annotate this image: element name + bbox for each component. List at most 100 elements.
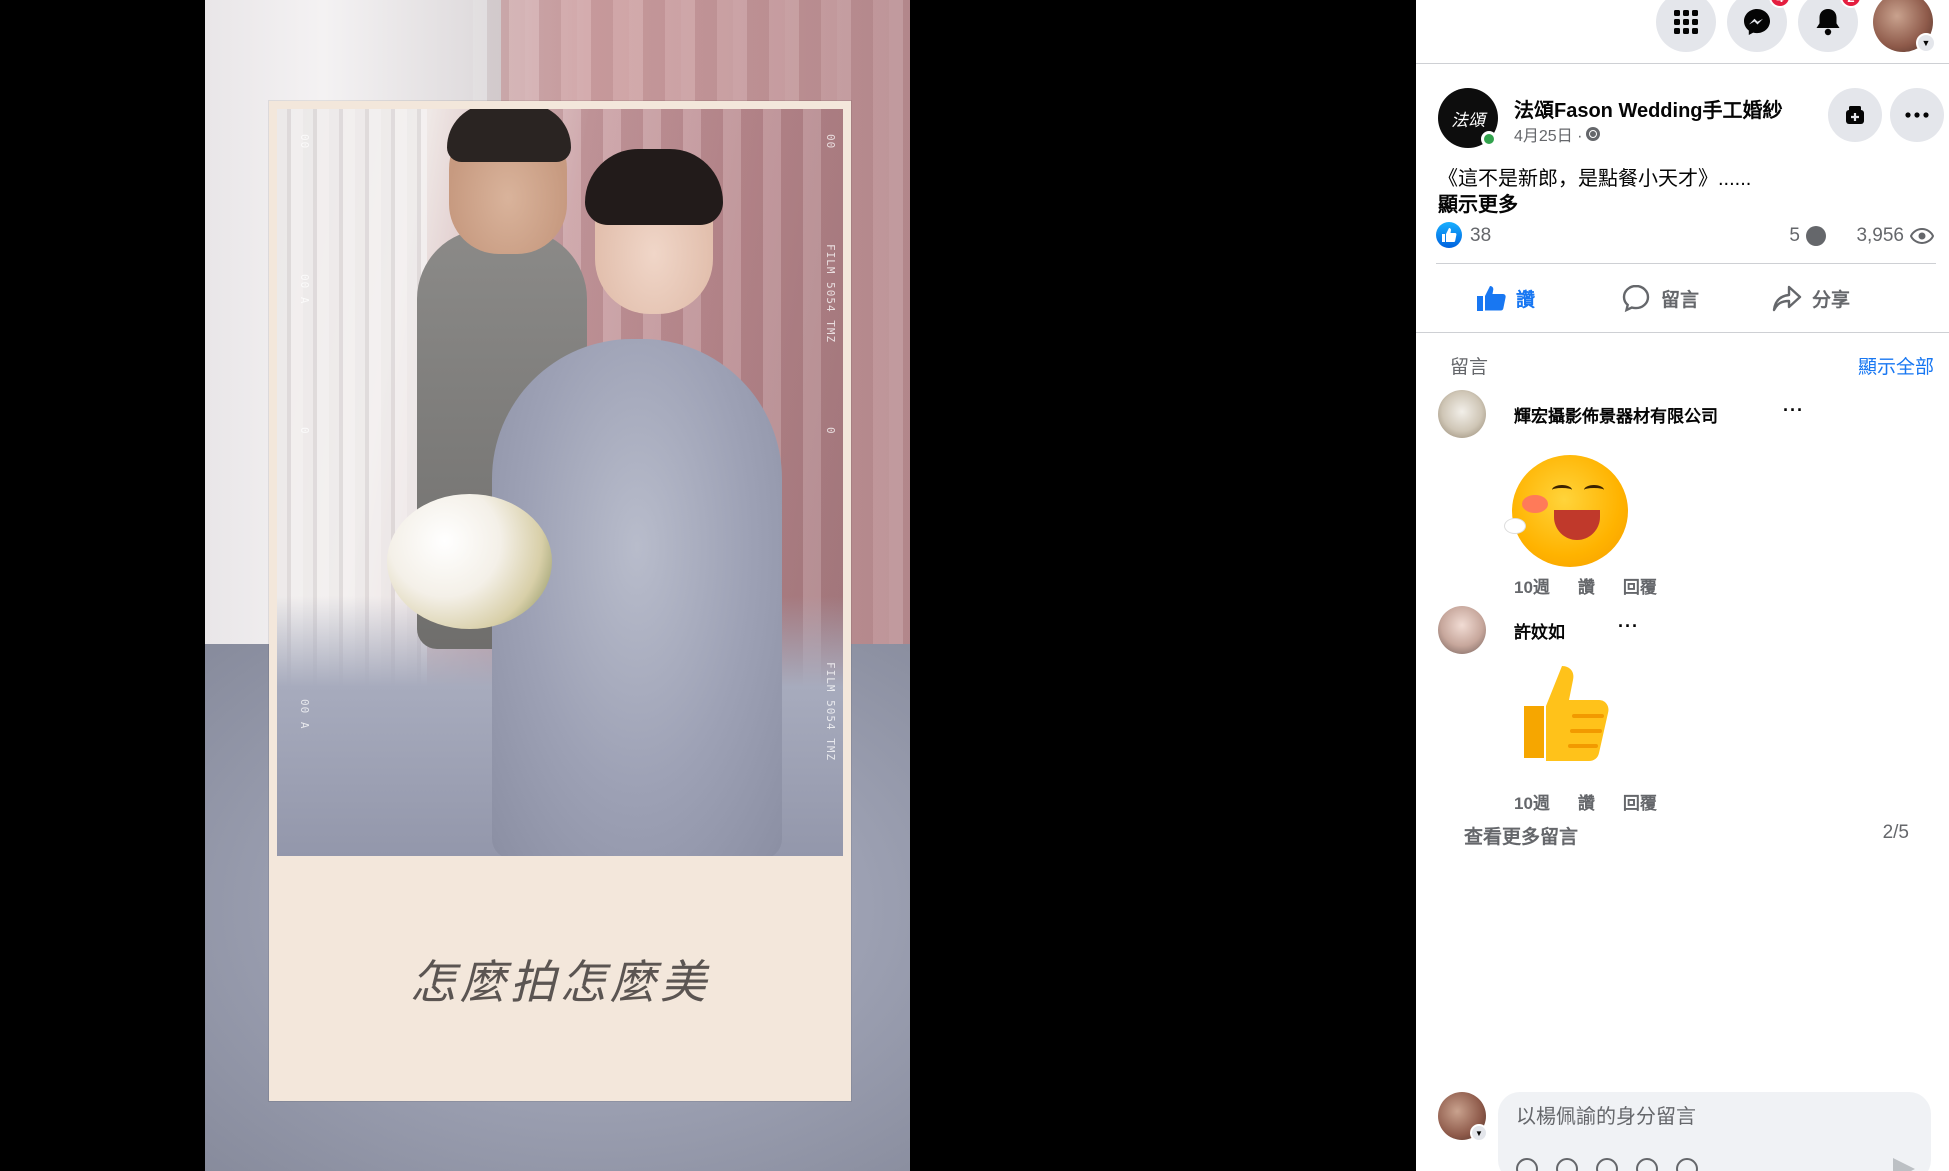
- menu-button[interactable]: [1656, 0, 1716, 52]
- handwritten-caption: 怎麼拍怎麼美: [410, 955, 710, 1009]
- camera-icon[interactable]: [1596, 1158, 1618, 1171]
- sticker-mouth: [1554, 510, 1600, 540]
- see-more-link[interactable]: 顯示更多: [1438, 188, 1518, 217]
- film-label: 0: [824, 427, 837, 435]
- page-avatar-logo: 法頌: [1451, 110, 1485, 131]
- comment-label: 留言: [1661, 289, 1700, 311]
- thumbs-up-icon: [1442, 228, 1457, 242]
- comment-bubble-icon: [1806, 226, 1826, 246]
- commenter-name[interactable]: 輝宏攝影佈景器材有限公司: [1514, 402, 1718, 427]
- sticker-wing: [1504, 518, 1526, 534]
- wedding-photo: 00 00 FILM 5054 TMZ 00 A 0 0 FILM 5054 T…: [277, 109, 843, 856]
- comments-title: 留言: [1450, 357, 1489, 378]
- like-count[interactable]: 38: [1470, 225, 1491, 247]
- save-icon: [1846, 106, 1864, 124]
- show-all-comments-link[interactable]: 顯示全部: [1858, 352, 1934, 379]
- comment-item: 輝宏攝影佈景器材有限公司 ··· 10週 讚 回覆: [1438, 390, 1928, 600]
- comment-like-link[interactable]: 讚: [1578, 573, 1595, 598]
- page-name-link[interactable]: 法頌Fason Wedding手工婚紗: [1514, 94, 1783, 123]
- film-label: FILM 5054 TMZ: [824, 244, 837, 344]
- view-more-comments-link[interactable]: 查看更多留言: [1464, 822, 1578, 849]
- comment-reply-link[interactable]: 回覆: [1623, 573, 1657, 598]
- film-label: 00 A: [298, 274, 311, 305]
- avatar-sticker-icon[interactable]: [1516, 1158, 1538, 1171]
- comment-composer: ▼: [1438, 1092, 1938, 1171]
- comment-reply-link[interactable]: 回覆: [1623, 789, 1657, 814]
- comment-options-icon[interactable]: ···: [1783, 400, 1804, 421]
- film-label: FILM 5054 TMZ: [824, 662, 837, 762]
- comment-time[interactable]: 10週: [1514, 789, 1550, 814]
- video-stage[interactable]: 00 00 FILM 5054 TMZ 00 A 0 0 FILM 5054 T…: [0, 0, 1416, 1171]
- eye-icon: [1910, 228, 1934, 244]
- sticker-cheek: [1522, 495, 1548, 513]
- comment-button[interactable]: 留言: [1621, 278, 1699, 318]
- commenter-avatar[interactable]: [1438, 606, 1486, 654]
- send-icon[interactable]: [1893, 1158, 1915, 1171]
- bouquet: [387, 494, 552, 629]
- globe-icon: [1586, 127, 1601, 141]
- groom-hair: [447, 109, 571, 162]
- comment-count-value: 5: [1789, 225, 1800, 246]
- comment-icon: [1622, 284, 1650, 313]
- sticker-eye: [1552, 485, 1572, 495]
- commenter-name[interactable]: 許妏如: [1514, 618, 1565, 643]
- post-text: 《這不是新郎，是點餐小天才》......: [1438, 168, 1752, 190]
- film-label: 00: [824, 134, 837, 150]
- share-button[interactable]: 分享: [1772, 278, 1850, 318]
- film-label: 00: [298, 134, 311, 150]
- view-count-value: 3,956: [1856, 225, 1904, 246]
- save-post-button[interactable]: [1828, 88, 1882, 142]
- post-date[interactable]: 4月25日 ·: [1514, 122, 1582, 146]
- more-options-button[interactable]: [1890, 88, 1944, 142]
- messenger-icon: [1744, 9, 1770, 35]
- online-status-icon: [1481, 131, 1497, 147]
- video-frame[interactable]: 00 00 FILM 5054 TMZ 00 A 0 0 FILM 5054 T…: [205, 0, 910, 1171]
- comment-input[interactable]: [1516, 1106, 1906, 1129]
- notifications-button[interactable]: 2: [1798, 0, 1862, 52]
- composer-tools: [1516, 1158, 1698, 1171]
- post-actions: 讚 留言 分享: [1436, 263, 1936, 333]
- comments-pagination: 2/5: [1882, 822, 1909, 843]
- top-bar: 4 2 ▼: [1416, 0, 1949, 64]
- comment-like-link[interactable]: 讚: [1578, 789, 1595, 814]
- thumbs-up-icon: [1477, 286, 1506, 311]
- share-label: 分享: [1812, 289, 1851, 311]
- sticker-eye: [1584, 485, 1604, 495]
- emoji-icon[interactable]: [1556, 1158, 1578, 1171]
- film-label: 00 A: [298, 699, 311, 730]
- post-meta: 4月25日 ·: [1514, 122, 1601, 146]
- notifications-badge: 2: [1840, 0, 1862, 8]
- messenger-button[interactable]: 4: [1727, 0, 1791, 52]
- comment-item: 許妏如 ··· 10週 讚 回覆: [1438, 606, 1928, 816]
- sticker-icon[interactable]: [1676, 1158, 1698, 1171]
- comment-options-icon[interactable]: ···: [1618, 616, 1639, 637]
- grid-icon: [1674, 10, 1698, 34]
- polaroid-frame: 00 00 FILM 5054 TMZ 00 A 0 0 FILM 5054 T…: [269, 101, 851, 1101]
- chevron-down-icon[interactable]: ▼: [1916, 33, 1936, 53]
- comment-actions: 10週 讚 回覆: [1514, 573, 1657, 598]
- bride-hair: [585, 149, 723, 225]
- more-dots-icon: [1905, 112, 1929, 118]
- divider: [1416, 332, 1949, 333]
- comment-actions: 10週 讚 回覆: [1514, 789, 1657, 814]
- commenter-avatar[interactable]: [1438, 390, 1486, 438]
- comment-count[interactable]: 5: [1789, 225, 1826, 247]
- like-label: 讚: [1516, 289, 1536, 311]
- bell-icon: [1816, 9, 1840, 36]
- like-button[interactable]: 讚: [1476, 278, 1535, 318]
- comment-time[interactable]: 10週: [1514, 573, 1550, 598]
- post-panel: 4 2 ▼ 法頌 法頌Fason Wedding手工婚紗 4月25日 ·: [1416, 0, 1949, 1171]
- post-header: 法頌 法頌Fason Wedding手工婚紗 4月25日 ·: [1438, 88, 1944, 152]
- thumbs-up-sticker: [1524, 666, 1609, 761]
- view-count: 3,956: [1856, 225, 1934, 247]
- like-reaction-icon[interactable]: [1436, 222, 1462, 248]
- gif-icon[interactable]: [1636, 1158, 1658, 1171]
- share-icon: [1772, 285, 1802, 312]
- comment-box[interactable]: [1498, 1092, 1931, 1171]
- comments-header: 留言 顯示全部: [1450, 352, 1934, 379]
- smiling-face-sticker: [1512, 455, 1628, 567]
- film-label: 0: [298, 427, 311, 435]
- messenger-badge: 4: [1769, 0, 1791, 8]
- chevron-down-icon[interactable]: ▼: [1470, 1124, 1488, 1142]
- post-stats: 38 5 3,956: [1436, 222, 1936, 252]
